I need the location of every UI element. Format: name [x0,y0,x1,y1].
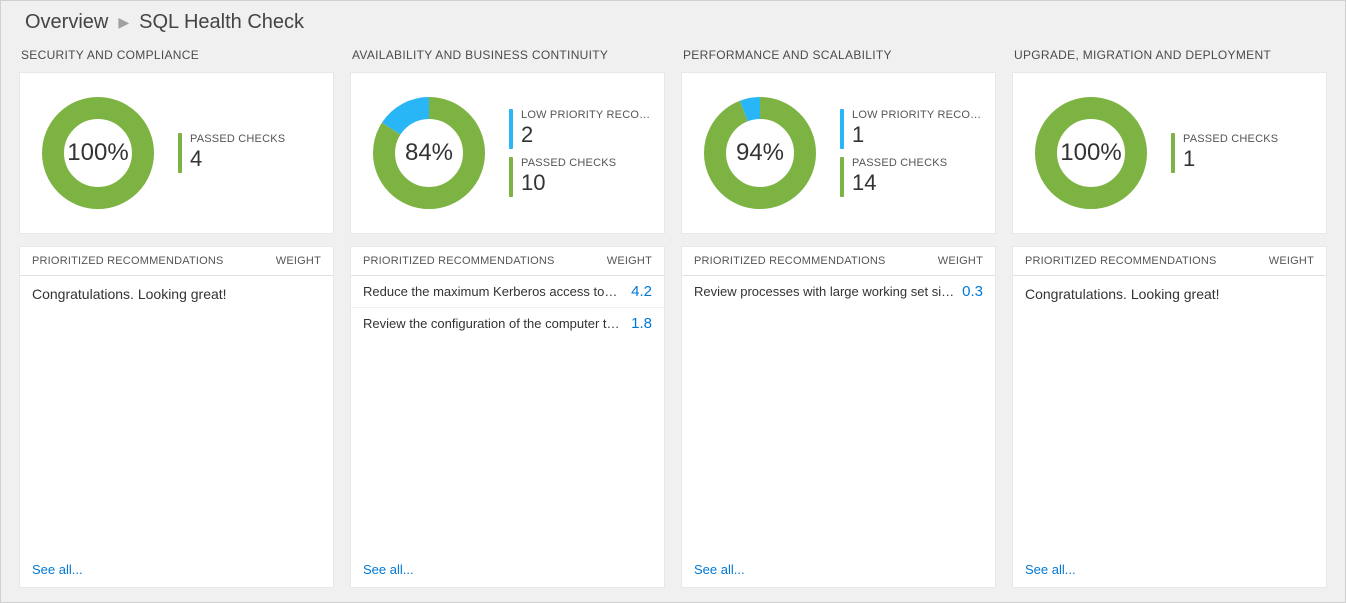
donut-percent: 94% [700,93,820,213]
stat-value: 1 [1183,146,1278,171]
breadcrumb-current: SQL Health Check [139,11,304,34]
donut-chart: 100% [1031,93,1151,213]
assessment-column: AVAILABILITY AND BUSINESS CONTINUITY 84%… [350,44,665,588]
breadcrumb: Overview ▶ SQL Health Check [1,1,1345,44]
summary-card[interactable]: 94% LOW PRIORITY RECOMMENDATIO... 1 PASS… [681,72,996,234]
header-recommendations: PRIORITIZED RECOMMENDATIONS [694,255,886,267]
stat-label: LOW PRIORITY RECOMMENDATIO... [521,109,654,122]
table-header: PRIORITIZED RECOMMENDATIONS WEIGHT [20,247,333,276]
congrats-message: Congratulations. Looking great! [1013,276,1326,312]
stat-low-priority: LOW PRIORITY RECOMMENDATIO... 1 [840,109,985,149]
stat-label: PASSED CHECKS [521,157,616,170]
donut-percent: 84% [369,93,489,213]
table-header: PRIORITIZED RECOMMENDATIONS WEIGHT [1013,247,1326,276]
bar-icon [178,133,182,173]
summary-card[interactable]: 100% PASSED CHECKS 4 [19,72,334,234]
stats: LOW PRIORITY RECOMMENDATIO... 2 PASSED C… [509,109,654,197]
stat-value: 10 [521,170,616,195]
header-weight: WEIGHT [938,255,983,267]
column-title: PERFORMANCE AND SCALABILITY [681,44,996,72]
stat-passed-checks: PASSED CHECKS 10 [509,157,654,197]
recommendation-text: Review the configuration of the computer… [363,316,631,331]
stats: PASSED CHECKS 1 [1171,133,1278,173]
congrats-message: Congratulations. Looking great! [20,276,333,312]
stat-value: 4 [190,146,285,171]
donut-chart: 100% [38,93,158,213]
table-row[interactable]: Review the configuration of the computer… [351,308,664,339]
header-weight: WEIGHT [607,255,652,267]
stat-value: 2 [521,122,654,147]
bar-icon [509,157,513,197]
breadcrumb-root[interactable]: Overview [25,11,108,34]
recommendation-weight: 0.3 [962,283,983,300]
bar-icon [509,109,513,149]
bar-icon [1171,133,1175,173]
table-body: Congratulations. Looking great! [20,276,333,552]
summary-card[interactable]: 84% LOW PRIORITY RECOMMENDATIO... 2 PASS… [350,72,665,234]
stat-passed-checks: PASSED CHECKS 14 [840,157,985,197]
header-recommendations: PRIORITIZED RECOMMENDATIONS [32,255,224,267]
stat-low-priority: LOW PRIORITY RECOMMENDATIO... 2 [509,109,654,149]
chevron-right-icon: ▶ [118,14,129,31]
column-title: UPGRADE, MIGRATION AND DEPLOYMENT [1012,44,1327,72]
table-body: Reduce the maximum Kerberos access token… [351,276,664,552]
assessment-column: SECURITY AND COMPLIANCE 100% PASSED CHEC… [19,44,334,588]
recommendations-table: PRIORITIZED RECOMMENDATIONS WEIGHT Reduc… [350,246,665,588]
recommendation-weight: 1.8 [631,315,652,332]
donut-percent: 100% [1031,93,1151,213]
header-weight: WEIGHT [1269,255,1314,267]
recommendations-table: PRIORITIZED RECOMMENDATIONS WEIGHTCongra… [19,246,334,588]
recommendations-table: PRIORITIZED RECOMMENDATIONS WEIGHT Revie… [681,246,996,588]
assessment-column: PERFORMANCE AND SCALABILITY 94% LOW PRIO… [681,44,996,588]
see-all-link[interactable]: See all... [682,552,995,587]
stat-value: 1 [852,122,985,147]
recommendation-text: Reduce the maximum Kerberos access token… [363,284,631,299]
header-recommendations: PRIORITIZED RECOMMENDATIONS [1025,255,1217,267]
column-title: SECURITY AND COMPLIANCE [19,44,334,72]
stat-label: PASSED CHECKS [1183,133,1278,146]
stat-label: PASSED CHECKS [852,157,947,170]
bar-icon [840,109,844,149]
donut-chart: 84% [369,93,489,213]
stat-value: 14 [852,170,947,195]
bar-icon [840,157,844,197]
donut-percent: 100% [38,93,158,213]
recommendations-table: PRIORITIZED RECOMMENDATIONS WEIGHTCongra… [1012,246,1327,588]
stat-passed-checks: PASSED CHECKS 1 [1171,133,1278,173]
header-recommendations: PRIORITIZED RECOMMENDATIONS [363,255,555,267]
recommendation-text: Review processes with large working set … [694,284,962,299]
table-header: PRIORITIZED RECOMMENDATIONS WEIGHT [351,247,664,276]
header-weight: WEIGHT [276,255,321,267]
table-body: Congratulations. Looking great! [1013,276,1326,552]
donut-chart: 94% [700,93,820,213]
stat-label: LOW PRIORITY RECOMMENDATIO... [852,109,985,122]
see-all-link[interactable]: See all... [20,552,333,587]
stat-passed-checks: PASSED CHECKS 4 [178,133,285,173]
stats: LOW PRIORITY RECOMMENDATIO... 1 PASSED C… [840,109,985,197]
assessment-column: UPGRADE, MIGRATION AND DEPLOYMENT 100% P… [1012,44,1327,588]
table-body: Review processes with large working set … [682,276,995,552]
see-all-link[interactable]: See all... [351,552,664,587]
table-row[interactable]: Reduce the maximum Kerberos access token… [351,276,664,308]
see-all-link[interactable]: See all... [1013,552,1326,587]
summary-card[interactable]: 100% PASSED CHECKS 1 [1012,72,1327,234]
table-row[interactable]: Review processes with large working set … [682,276,995,307]
recommendation-weight: 4.2 [631,283,652,300]
table-header: PRIORITIZED RECOMMENDATIONS WEIGHT [682,247,995,276]
column-title: AVAILABILITY AND BUSINESS CONTINUITY [350,44,665,72]
stats: PASSED CHECKS 4 [178,133,285,173]
stat-label: PASSED CHECKS [190,133,285,146]
